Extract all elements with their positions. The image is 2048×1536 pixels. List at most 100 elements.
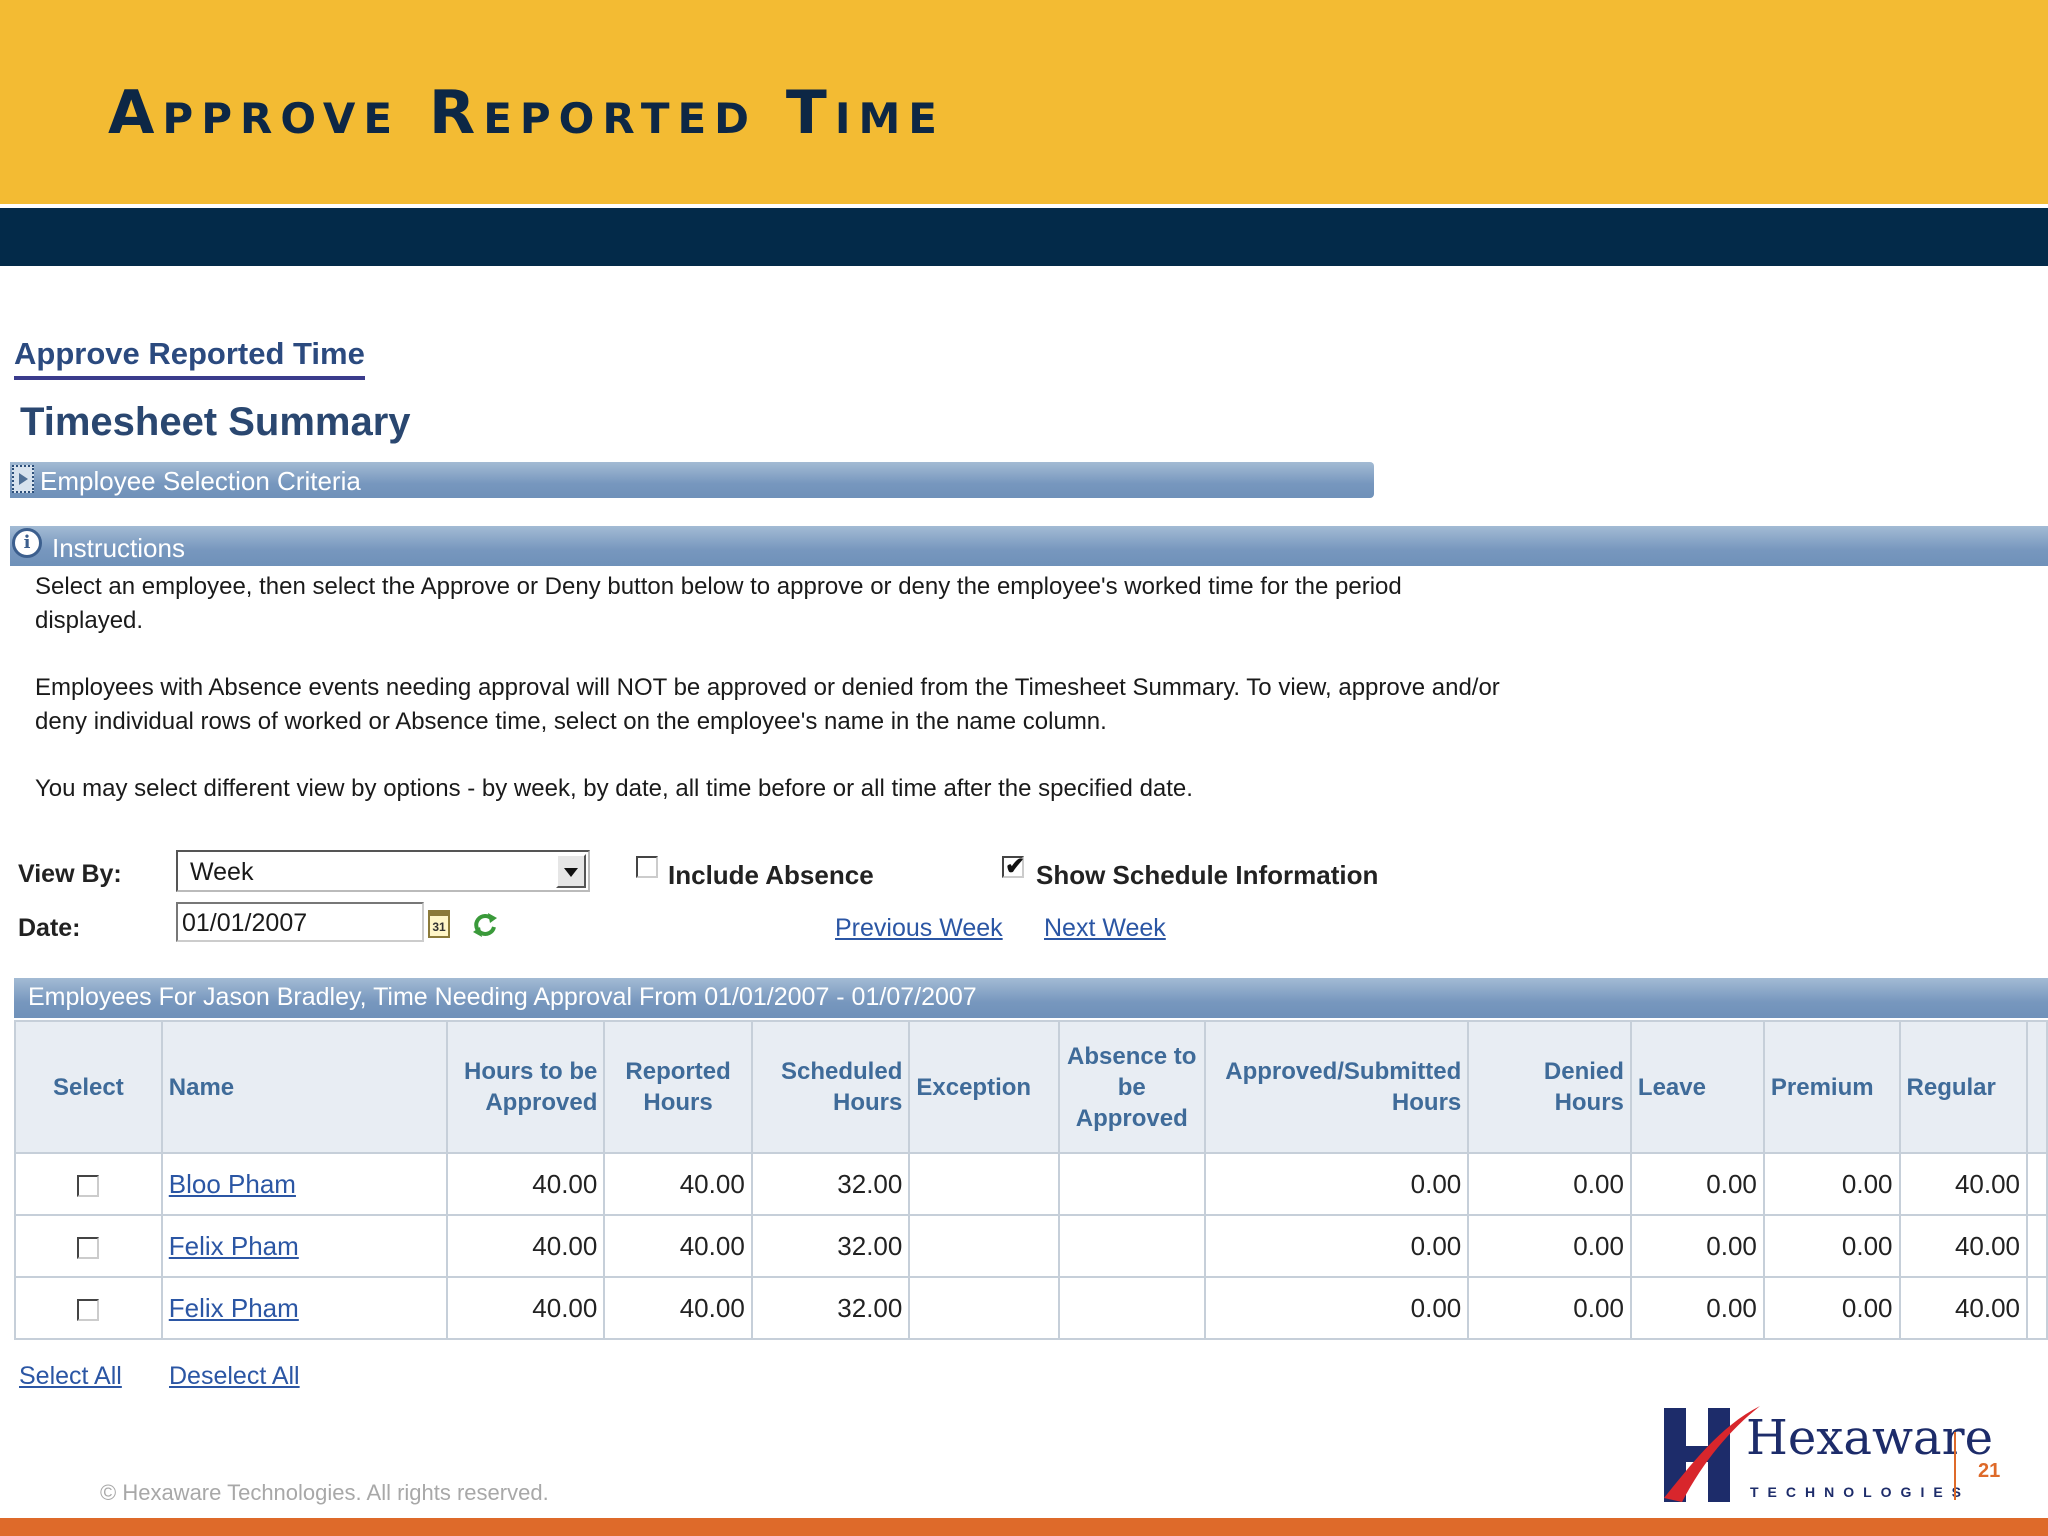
column-header-select: Select xyxy=(14,1020,163,1154)
exception-cell xyxy=(908,1214,1060,1278)
view-by-select[interactable]: Week xyxy=(176,850,590,892)
navy-band xyxy=(0,208,2048,266)
refresh-icon[interactable] xyxy=(470,910,500,940)
approved-hours-cell: 0.00 xyxy=(1203,1276,1470,1340)
table-row: Felix Pham 40.00 40.00 32.00 0.00 0.00 0… xyxy=(14,1214,2048,1278)
premium-cell: 0.00 xyxy=(1762,1276,1901,1340)
include-absence-checkbox[interactable] xyxy=(636,856,658,878)
reported-hours-cell: 40.00 xyxy=(603,1214,753,1278)
column-header-absence-to-be-approved[interactable]: Absence to be Approved xyxy=(1057,1020,1206,1154)
previous-week-link[interactable]: Previous Week xyxy=(835,914,1003,943)
show-schedule-checkbox[interactable]: ✔ xyxy=(1002,853,1025,880)
page-heading: Timesheet Summary xyxy=(20,400,411,444)
deselect-all-link[interactable]: Deselect All xyxy=(169,1362,300,1391)
approved-hours-cell: 0.00 xyxy=(1203,1152,1470,1216)
absence-cell xyxy=(1057,1276,1206,1340)
slide-title: Approve Reported Time xyxy=(108,78,945,148)
instruction-paragraph: Employees with Absence events needing ap… xyxy=(35,674,1500,735)
instructions-text: Select an employee, then select the Appr… xyxy=(35,570,1505,839)
date-label: Date: xyxy=(18,914,81,942)
column-header-hours-to-be-approved[interactable]: Hours to be Approved xyxy=(445,1020,606,1154)
approved-hours-cell: 0.00 xyxy=(1203,1214,1470,1278)
hours-to-approve-cell: 40.00 xyxy=(445,1214,606,1278)
employee-name-link[interactable]: Felix Pham xyxy=(169,1293,299,1323)
grid-header-row: Select Name Hours to be Approved Reporte… xyxy=(14,1020,2048,1154)
column-header-name[interactable]: Name xyxy=(160,1020,448,1154)
instruction-paragraph: Select an employee, then select the Appr… xyxy=(35,573,1402,634)
logo-divider xyxy=(1954,1432,1956,1500)
hexaware-logo: Hexaware TECHNOLOGIES xyxy=(1656,1404,1993,1504)
employees-grid-title: Employees For Jason Bradley, Time Needin… xyxy=(14,978,2048,1018)
premium-cell: 0.00 xyxy=(1762,1214,1901,1278)
absence-cell xyxy=(1057,1152,1206,1216)
bottom-accent-bar xyxy=(0,1518,2048,1536)
reported-hours-cell: 40.00 xyxy=(603,1276,753,1340)
row-select-cell xyxy=(14,1152,163,1216)
column-header-denied-hours[interactable]: Denied Hours xyxy=(1467,1020,1632,1154)
truncated-cell xyxy=(2026,1152,2048,1216)
column-header-premium[interactable]: Premium xyxy=(1762,1020,1901,1154)
logo-tagline: TECHNOLOGIES xyxy=(1750,1484,1971,1500)
table-row: Bloo Pham 40.00 40.00 32.00 0.00 0.00 0.… xyxy=(14,1152,2048,1216)
next-week-link[interactable]: Next Week xyxy=(1044,914,1166,943)
truncated-cell xyxy=(2026,1214,2048,1278)
premium-cell: 0.00 xyxy=(1762,1152,1901,1216)
employee-selection-criteria-section[interactable]: Employee Selection Criteria xyxy=(10,462,1374,498)
date-value: 01/01/2007 xyxy=(182,909,308,937)
reported-hours-cell: 40.00 xyxy=(603,1152,753,1216)
instructions-section-header: i Instructions xyxy=(10,526,2048,566)
exception-cell xyxy=(908,1276,1060,1340)
column-header-truncated xyxy=(2026,1020,2048,1154)
hours-to-approve-cell: 40.00 xyxy=(445,1152,606,1216)
leave-cell: 0.00 xyxy=(1629,1214,1765,1278)
select-all-link[interactable]: Select All xyxy=(19,1362,122,1391)
employee-name-link[interactable]: Felix Pham xyxy=(169,1231,299,1261)
column-header-leave[interactable]: Leave xyxy=(1629,1020,1765,1154)
scheduled-hours-cell: 32.00 xyxy=(750,1152,911,1216)
employee-name-link[interactable]: Bloo Pham xyxy=(169,1169,296,1199)
copyright-text: © Hexaware Technologies. All rights rese… xyxy=(100,1480,549,1505)
employee-name-cell: Felix Pham xyxy=(160,1276,448,1340)
column-header-regular[interactable]: Regular xyxy=(1898,1020,2029,1154)
column-header-exception[interactable]: Exception xyxy=(908,1020,1060,1154)
scheduled-hours-cell: 32.00 xyxy=(750,1214,911,1278)
calendar-icon[interactable]: 31 xyxy=(428,910,450,938)
column-header-reported-hours[interactable]: Reported Hours xyxy=(603,1020,753,1154)
expand-arrow-icon[interactable] xyxy=(12,465,34,493)
hours-to-approve-cell: 40.00 xyxy=(445,1276,606,1340)
regular-cell: 40.00 xyxy=(1898,1214,2029,1278)
checkmark-icon: ✔ xyxy=(1005,853,1026,880)
dropdown-arrow-icon[interactable] xyxy=(556,854,586,888)
show-schedule-label: Show Schedule Information xyxy=(1036,860,1379,890)
row-select-cell xyxy=(14,1276,163,1340)
truncated-cell xyxy=(2026,1276,2048,1340)
date-input[interactable]: 01/01/2007 xyxy=(176,902,424,942)
scheduled-hours-cell: 32.00 xyxy=(750,1276,911,1340)
regular-cell: 40.00 xyxy=(1898,1152,2029,1216)
denied-hours-cell: 0.00 xyxy=(1467,1214,1632,1278)
instruction-paragraph: You may select different view by options… xyxy=(35,775,1193,802)
row-select-cell xyxy=(14,1214,163,1278)
view-by-label: View By: xyxy=(18,860,122,888)
row-select-checkbox[interactable] xyxy=(77,1236,100,1259)
page-title-link[interactable]: Approve Reported Time xyxy=(14,336,365,380)
absence-cell xyxy=(1057,1214,1206,1278)
employees-grid: Select Name Hours to be Approved Reporte… xyxy=(14,1020,2048,1340)
criteria-section-label: Employee Selection Criteria xyxy=(40,466,361,496)
row-select-checkbox[interactable] xyxy=(77,1298,100,1321)
row-select-checkbox[interactable] xyxy=(77,1174,100,1197)
leave-cell: 0.00 xyxy=(1629,1152,1765,1216)
leave-cell: 0.00 xyxy=(1629,1276,1765,1340)
employee-name-cell: Felix Pham xyxy=(160,1214,448,1278)
include-absence-label: Include Absence xyxy=(668,860,874,890)
info-icon: i xyxy=(12,528,42,558)
slide-number: 21 xyxy=(1978,1460,2001,1482)
instructions-title: Instructions xyxy=(52,533,185,563)
column-header-approved-submitted-hours[interactable]: Approved/Submitted Hours xyxy=(1203,1020,1470,1154)
denied-hours-cell: 0.00 xyxy=(1467,1276,1632,1340)
table-row: Felix Pham 40.00 40.00 32.00 0.00 0.00 0… xyxy=(14,1276,2048,1340)
logo-mark-icon xyxy=(1664,1406,1760,1502)
column-header-scheduled-hours[interactable]: Scheduled Hours xyxy=(750,1020,911,1154)
employee-name-cell: Bloo Pham xyxy=(160,1152,448,1216)
denied-hours-cell: 0.00 xyxy=(1467,1152,1632,1216)
